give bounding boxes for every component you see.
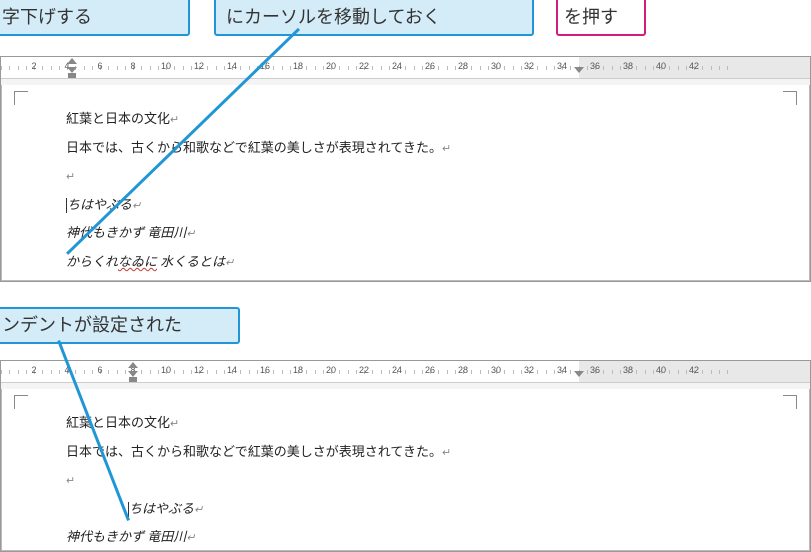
ruler-tick-38: 38 bbox=[620, 61, 636, 71]
page-corner-tl bbox=[14, 91, 28, 105]
ruler-tick-28: 28 bbox=[455, 61, 471, 71]
ruler-tick-10: 10 bbox=[158, 61, 174, 71]
ruler-tick-26: 26 bbox=[422, 61, 438, 71]
callout-box-1: Tab がない段落 字下げする bbox=[0, 0, 190, 36]
callout-box-3: X を押す bbox=[556, 0, 646, 36]
ruler-first-line-indent-marker[interactable] bbox=[128, 362, 138, 368]
ruler-tick-18: 18 bbox=[290, 365, 306, 375]
ruler-tick-16: 16 bbox=[257, 365, 273, 375]
page-corner-tr-2 bbox=[783, 395, 797, 409]
ruler-left-indent-box[interactable] bbox=[129, 377, 137, 382]
ruler-tick-38: 38 bbox=[620, 365, 636, 375]
doc-poem-line-1: ちはやぶる↵ bbox=[66, 191, 779, 220]
ruler-tick-24: 24 bbox=[389, 61, 405, 71]
ruler-tick-32: 32 bbox=[521, 61, 537, 71]
ruler-tick-40: 40 bbox=[653, 365, 669, 375]
page-area-before[interactable]: 紅葉と日本の文化↵ 日本では、古くから和歌などで紅葉の美しさが表現されてきた。↵… bbox=[1, 85, 810, 281]
ruler-tick-12: 12 bbox=[191, 61, 207, 71]
ruler-tick-28: 28 bbox=[455, 365, 471, 375]
ruler-left-indent-box[interactable] bbox=[68, 73, 76, 78]
callout-2-line2: にカーソルを移動しておく bbox=[226, 7, 441, 27]
callout-1-line1: Tab がない段落 bbox=[2, 0, 126, 2]
doc-poem-line-3: からくれなゐに 水くるとは↵ bbox=[66, 248, 779, 277]
doc-poem-line-2-after: 神代もきかず 竜田川↵ bbox=[66, 523, 779, 552]
ruler-tick-10: 10 bbox=[158, 365, 174, 375]
ruler-right-indent-marker[interactable] bbox=[574, 371, 584, 377]
doc-poem-line-2: 神代もきかず 竜田川↵ bbox=[66, 219, 779, 248]
doc-blank-line: ↵ bbox=[66, 162, 779, 191]
ruler-tick-14: 14 bbox=[224, 365, 240, 375]
ruler-tick-24: 24 bbox=[389, 365, 405, 375]
ruler-tick-32: 32 bbox=[521, 365, 537, 375]
doc-paragraph-1-after: 日本では、古くから和歌などで紅葉の美しさが表現されてきた。↵ bbox=[66, 438, 779, 467]
callout-2-line1: インデントを設定したい段落 bbox=[226, 0, 460, 2]
ruler-tick-6: 6 bbox=[92, 61, 108, 71]
ruler-tick-20: 20 bbox=[323, 61, 339, 71]
ruler-tick-30: 30 bbox=[488, 365, 504, 375]
ruler-tick-36: 36 bbox=[587, 365, 603, 375]
page-corner-tl-2 bbox=[14, 395, 28, 409]
doc-poem-line-1-after: ちはやぶる↵ bbox=[128, 495, 779, 524]
ruler-tick-2: 2 bbox=[26, 61, 42, 71]
document-window-before: 24681012141618202224262830323436384042 紅… bbox=[0, 56, 811, 282]
page-corner-tr bbox=[783, 91, 797, 105]
ruler-tick-40: 40 bbox=[653, 61, 669, 71]
ruler-first-line-indent-marker[interactable] bbox=[67, 58, 77, 64]
callout-4-text: ンデントが設定された bbox=[2, 315, 182, 335]
callout-box-4: ンデントが設定された bbox=[0, 307, 240, 344]
ruler-tick-42: 42 bbox=[686, 61, 702, 71]
ruler-tick-14: 14 bbox=[224, 61, 240, 71]
ruler-tick-34: 34 bbox=[554, 365, 570, 375]
ruler-tick-18: 18 bbox=[290, 61, 306, 71]
ruler-tick-26: 26 bbox=[422, 365, 438, 375]
ruler-tick-22: 22 bbox=[356, 365, 372, 375]
callout-box-2: インデントを設定したい段落 にカーソルを移動しておく bbox=[214, 0, 534, 36]
ruler-tick-34: 34 bbox=[554, 61, 570, 71]
ruler-tick-2: 2 bbox=[26, 365, 42, 375]
doc-title-2: 紅葉と日本の文化↵ bbox=[66, 409, 779, 438]
ruler-before[interactable]: 24681012141618202224262830323436384042 bbox=[1, 57, 810, 79]
ruler-tick-20: 20 bbox=[323, 365, 339, 375]
document-window-after: 24681012141618202224262830323436384042 紅… bbox=[0, 360, 811, 552]
callout-3-line1: を押す bbox=[564, 7, 618, 27]
ruler-tick-6: 6 bbox=[92, 365, 108, 375]
ruler-right-indent-marker[interactable] bbox=[574, 67, 584, 73]
doc-blank-line-2: ↵ bbox=[66, 466, 779, 495]
page-area-after[interactable]: 紅葉と日本の文化↵ 日本では、古くから和歌などで紅葉の美しさが表現されてきた。↵… bbox=[1, 389, 810, 551]
ruler-tick-30: 30 bbox=[488, 61, 504, 71]
ruler-after[interactable]: 24681012141618202224262830323436384042 bbox=[1, 361, 810, 383]
ruler-tick-42: 42 bbox=[686, 365, 702, 375]
ruler-tick-22: 22 bbox=[356, 61, 372, 71]
ruler-tick-36: 36 bbox=[587, 61, 603, 71]
ruler-tick-12: 12 bbox=[191, 365, 207, 375]
callout-1-line2: 字下げする bbox=[2, 7, 92, 27]
doc-title: 紅葉と日本の文化↵ bbox=[66, 105, 779, 134]
ruler-tick-8: 8 bbox=[125, 61, 141, 71]
